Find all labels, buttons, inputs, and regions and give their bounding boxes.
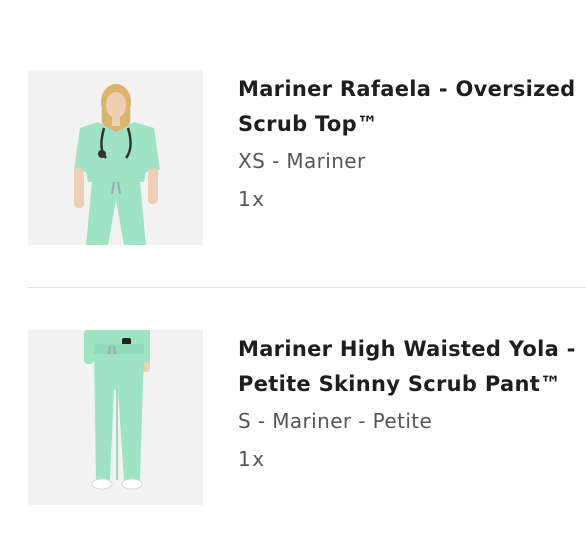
product-image[interactable]	[28, 330, 203, 505]
cart-item: Mariner High Waisted Yola - Petite Skinn…	[0, 330, 586, 510]
product-title-line: Mariner High Waisted Yola -	[238, 337, 576, 361]
product-title-line: Scrub Top™	[238, 112, 379, 136]
product-title[interactable]: Mariner Rafaela - Oversized Scrub Top™	[238, 72, 578, 142]
product-title-line: Petite Skinny Scrub Pant™	[238, 372, 562, 396]
product-title-line: Mariner Rafaela - Oversized	[238, 77, 576, 101]
cart-item: Mariner Rafaela - Oversized Scrub Top™ X…	[0, 70, 586, 250]
divider	[28, 287, 586, 288]
product-details: Mariner Rafaela - Oversized Scrub Top™ X…	[238, 72, 578, 214]
product-variant: XS - Mariner	[238, 149, 366, 173]
product-variant: S - Mariner - Petite	[238, 409, 433, 433]
product-image[interactable]	[28, 70, 203, 245]
product-photo-scrub-pant-icon	[28, 330, 203, 505]
product-quantity: 1x	[238, 187, 266, 211]
product-quantity: 1x	[238, 447, 266, 471]
product-photo-scrub-top-icon	[28, 70, 203, 245]
product-details: Mariner High Waisted Yola - Petite Skinn…	[238, 332, 578, 474]
product-title[interactable]: Mariner High Waisted Yola - Petite Skinn…	[238, 332, 578, 402]
